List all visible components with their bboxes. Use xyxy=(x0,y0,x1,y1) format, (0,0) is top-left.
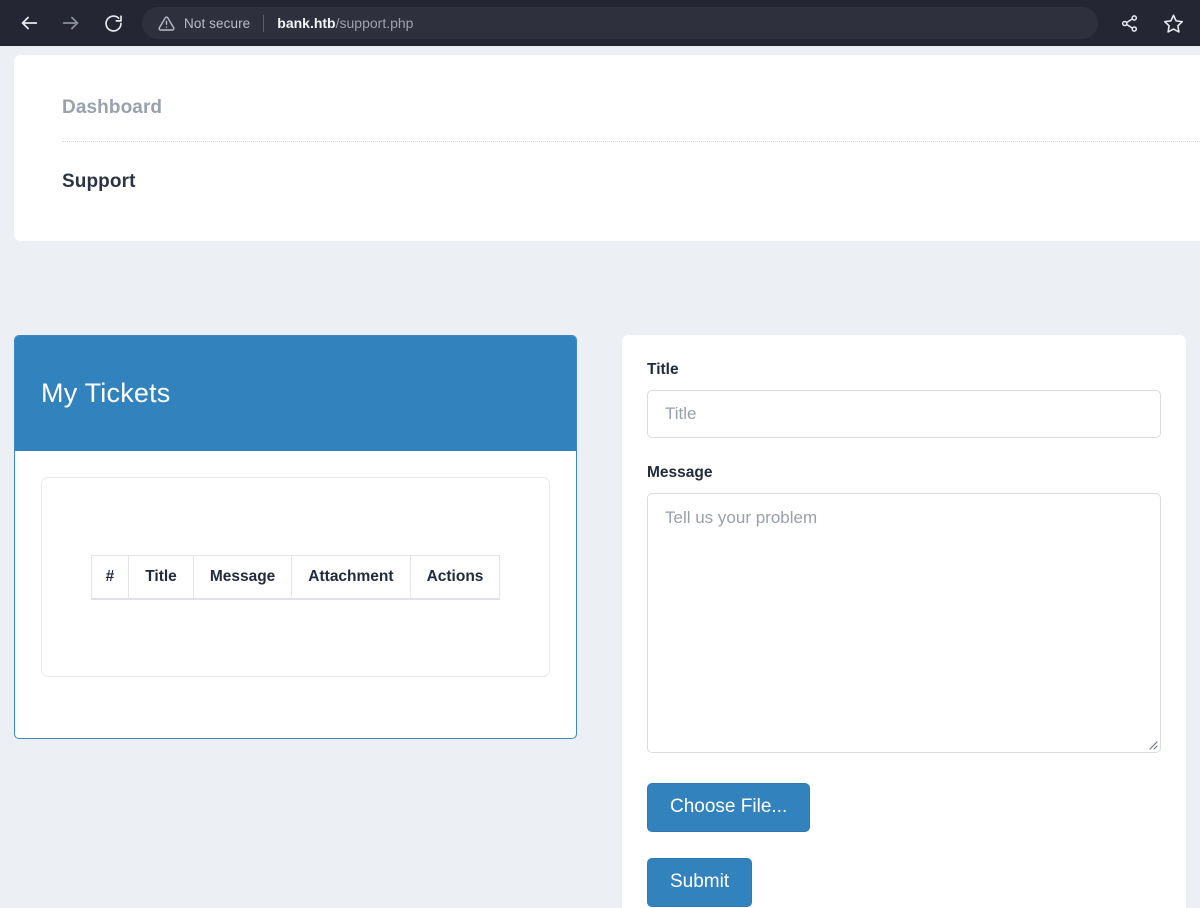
share-icon[interactable] xyxy=(1116,10,1142,36)
omnibox-separator xyxy=(263,14,265,32)
nav-card-inner: Dashboard Support xyxy=(62,55,1200,191)
message-textarea[interactable] xyxy=(647,493,1161,753)
url-host: bank.htb xyxy=(277,15,336,31)
choose-file-button[interactable]: Choose File... xyxy=(647,783,811,832)
security-status-label: Not secure xyxy=(184,15,251,31)
tickets-table-header-row: # Title Message Attachment Actions xyxy=(90,554,501,600)
page-body: Dashboard Support My Tickets # Title Mes… xyxy=(0,46,1200,908)
nav-item-support[interactable]: Support xyxy=(62,142,136,191)
my-tickets-title: My Tickets xyxy=(41,378,171,408)
url-path: /support.php xyxy=(335,15,414,31)
forward-icon[interactable] xyxy=(56,8,86,38)
reload-icon[interactable] xyxy=(98,8,128,38)
title-input[interactable] xyxy=(647,390,1161,438)
nav-divider xyxy=(62,141,1200,142)
message-field-label: Message xyxy=(647,464,713,481)
browser-nav-buttons xyxy=(14,8,128,38)
tickets-table-container: # Title Message Attachment Actions xyxy=(41,477,550,677)
address-bar[interactable]: Not secure bank.htb/support.php xyxy=(142,7,1098,39)
column-header-title: Title xyxy=(128,554,194,600)
nav-item-dashboard[interactable]: Dashboard xyxy=(62,55,162,141)
browser-toolbar: Not secure bank.htb/support.php xyxy=(0,0,1200,46)
title-field-label: Title xyxy=(647,361,679,378)
column-header-attachment: Attachment xyxy=(291,554,411,600)
star-icon[interactable] xyxy=(1160,10,1186,36)
tickets-table-head: # Title Message Attachment Actions xyxy=(90,554,501,600)
nav-card: Dashboard Support xyxy=(14,55,1200,241)
message-input-wrapper xyxy=(647,493,1161,753)
browser-toolbar-actions xyxy=(1116,10,1186,36)
my-tickets-card: My Tickets # Title Message Attachment Ac… xyxy=(14,335,577,739)
my-tickets-header: My Tickets xyxy=(15,336,576,451)
support-form-card: Title Message Choose File... Submit xyxy=(622,335,1186,908)
column-header-message: Message xyxy=(192,554,293,600)
column-header-actions: Actions xyxy=(409,554,501,600)
warning-triangle-icon xyxy=(158,15,175,32)
form-spacer xyxy=(647,438,1161,464)
submit-button[interactable]: Submit xyxy=(647,857,753,907)
tickets-table: # Title Message Attachment Actions xyxy=(90,554,501,600)
url-text: bank.htb/support.php xyxy=(277,15,413,31)
my-tickets-body: # Title Message Attachment Actions xyxy=(15,451,576,738)
back-icon[interactable] xyxy=(14,8,44,38)
column-header-number: # xyxy=(90,554,130,600)
